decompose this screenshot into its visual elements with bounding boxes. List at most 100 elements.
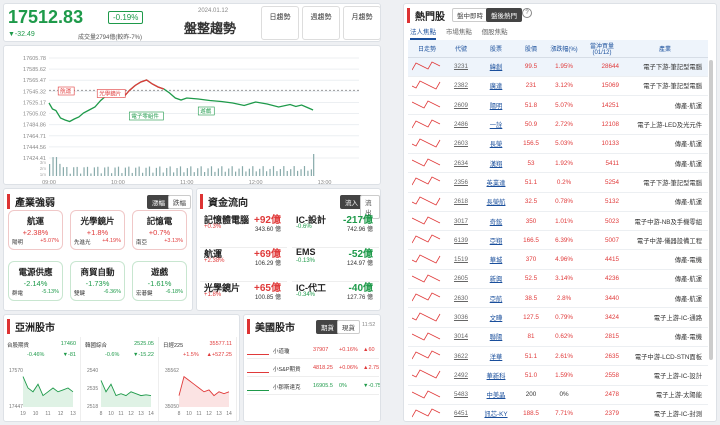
hot-code[interactable]: 6451 <box>446 404 476 420</box>
hot-header[interactable]: 股價 <box>516 40 546 58</box>
industry-tile[interactable]: 遊戲 -1.61% 宏碁鍵 -6.18% <box>132 261 187 301</box>
hot-code[interactable]: 2634 <box>446 153 476 174</box>
us-tab-spot[interactable]: 現貨 <box>337 320 360 334</box>
hot-code[interactable]: 3017 <box>446 211 476 232</box>
trend-month[interactable]: 月趨勢 <box>343 6 380 40</box>
us-row[interactable]: 小S&P期貨 4818.25 +0.06% ▲2.75 <box>247 361 379 377</box>
hot-scrollbar[interactable] <box>709 60 713 360</box>
capital-item[interactable]: IC-代工 -40億 -0.34% 127.76 億 <box>292 276 379 310</box>
hot-name[interactable]: 一詮 <box>476 114 516 135</box>
hot-code[interactable]: 3036 <box>446 307 476 328</box>
hot-code[interactable]: 2630 <box>446 288 476 309</box>
hot-name[interactable]: 緯創 <box>476 57 516 77</box>
table-row[interactable]: 3231 緯創 99.5 1.95% 28644 電子下游-筆記型電腦 <box>408 57 708 77</box>
table-row[interactable]: 6139 亞翔 166.5 6.39% 5007 電子中游-儀器設備工程 <box>408 230 708 251</box>
industry-tile[interactable]: 航運 +2.38% 陽明 +5.07% <box>8 210 63 250</box>
table-row[interactable]: 5483 中美晶 200 0% 2478 電子上游-太陽能 <box>408 385 708 405</box>
hot-header[interactable]: 股票 <box>476 40 516 58</box>
hot-code[interactable]: 2603 <box>446 134 476 154</box>
asia-market[interactable]: 韓國綜合 2525.05 -0.6% ▼-15.22 2540 2535 2518 8 10 11… <box>85 337 159 421</box>
hot-header[interactable]: 當沖買量(01/12) <box>582 40 622 58</box>
trend-week[interactable]: 週趨勢 <box>302 6 340 40</box>
table-row[interactable]: 2486 一詮 50.9 2.72% 12108 電子上游-LED及光元件 <box>408 114 708 135</box>
table-row[interactable]: 2603 長榮 156.5 5.03% 10133 傳產-航運 <box>408 134 708 154</box>
hot-code[interactable]: 2605 <box>446 269 476 290</box>
table-row[interactable]: 2356 英業達 51.1 0.2% 5254 電子下游-筆記型電腦 <box>408 172 708 193</box>
hot-code[interactable]: 3622 <box>446 346 476 367</box>
hot-code[interactable]: 3231 <box>446 57 476 77</box>
hot-name[interactable]: 英業達 <box>476 172 516 193</box>
hot-code[interactable]: 5483 <box>446 385 476 405</box>
hot-name[interactable]: 新興 <box>476 269 516 290</box>
hot-code[interactable]: 6139 <box>446 230 476 251</box>
table-row[interactable]: 3017 奇鋐 350 1.01% 5023 電子中游-NB及手機零組 <box>408 211 708 232</box>
trend-day[interactable]: 日趨勢 <box>261 6 299 40</box>
subtab-market[interactable]: 市場焦點 <box>446 29 472 36</box>
hot-code[interactable]: 2609 <box>446 95 476 116</box>
hot-name[interactable]: 中美晶 <box>476 385 516 405</box>
hot-header[interactable]: 日走勢 <box>408 40 446 58</box>
hot-name[interactable]: 聯陽 <box>476 327 516 347</box>
table-row[interactable]: 2618 長榮航 32.5 0.78% 5132 傳產-航運 <box>408 192 708 212</box>
hot-name[interactable]: 洋華 <box>476 346 516 367</box>
hot-code[interactable]: 3014 <box>446 327 476 347</box>
hot-name[interactable]: 華新科 <box>476 365 516 386</box>
chart-annotation[interactable]: 航運 <box>57 86 75 96</box>
table-row[interactable]: 2382 廣達 231 3.12% 15069 電子下游-筆記型電腦 <box>408 76 708 97</box>
hot-table-wrap[interactable]: 日走勢 代號 股票 股價 漲跌幅(%) 當沖買量(01/12) 產業 3231 緯創 99.5 1… <box>408 40 708 420</box>
hot-tab-afterhours[interactable]: 盤後熱門 <box>486 8 522 22</box>
table-row[interactable]: 2609 陽明 51.8 5.07% 14251 傳產-航運 <box>408 95 708 116</box>
hot-header[interactable]: 漲跌幅(%) <box>546 40 582 58</box>
industry-tile[interactable]: 光學鏡片 +1.8% 先進光 +4.19% <box>70 210 125 250</box>
industry-tab-down[interactable]: 跌幅 <box>168 195 191 209</box>
hot-name[interactable]: 陽明 <box>476 95 516 116</box>
hot-name[interactable]: 長榮航 <box>476 192 516 212</box>
us-tab-futures[interactable]: 期貨 <box>316 320 339 334</box>
hot-name[interactable]: 漢翔 <box>476 153 516 174</box>
industry-tile[interactable]: 電源供應 -2.14% 群電 -5.13% <box>8 261 63 301</box>
asia-market[interactable]: 台股期貨 17460 -0.46% ▼-81 17570 17447 19 10 11 12 13 <box>7 337 81 421</box>
table-row[interactable]: 2630 亞航 38.5 2.8% 3440 傳產-航運 <box>408 288 708 309</box>
us-row[interactable]: 小道瓊 37907 +0.16% ▲60 <box>247 343 379 359</box>
subtab-stock[interactable]: 個股焦點 <box>482 29 508 36</box>
chart-annotation[interactable]: 光學鏡片 <box>96 89 126 98</box>
table-row[interactable]: 2492 華新科 51.0 1.59% 2558 電子上游-IC-設計 <box>408 365 708 386</box>
hot-code[interactable]: 2492 <box>446 365 476 386</box>
table-row[interactable]: 3036 文曄 127.5 0.79% 3424 電子上游-IC-通路 <box>408 307 708 328</box>
hot-tab-intraday[interactable]: 盤中即時 <box>452 8 488 22</box>
table-row[interactable]: 2634 漢翔 53 1.92% 5411 傳產-航運 <box>408 153 708 174</box>
table-row[interactable]: 3622 洋華 51.1 2.61% 2635 電子中游-LCD-STN面板 <box>408 346 708 367</box>
hot-code[interactable]: 2486 <box>446 114 476 135</box>
hot-name[interactable]: 華城 <box>476 249 516 270</box>
capital-item[interactable]: 光學鏡片 +65億 +1.8% 100.85 億 <box>200 276 287 310</box>
table-row[interactable]: 3014 聯陽 81 0.62% 2815 傳產-電機 <box>408 327 708 347</box>
hot-name[interactable]: 亞翔 <box>476 230 516 251</box>
hot-name[interactable]: 文曄 <box>476 307 516 328</box>
hot-header[interactable]: 產業 <box>622 40 708 58</box>
chart-annotation[interactable]: 遊戲 <box>197 106 215 116</box>
asia-name: 日經225 <box>163 343 184 349</box>
industry-tile[interactable]: 記憶電 +0.7% 南亞 +3.13% <box>132 210 187 250</box>
us-row[interactable]: 小那斯達克 16905.5 0% ▼-0.75 <box>247 379 380 395</box>
hot-name[interactable]: 奇鋐 <box>476 211 516 232</box>
hot-code[interactable]: 2382 <box>446 76 476 97</box>
table-row[interactable]: 6451 訊芯-KY 188.5 7.71% 2379 電子上游-IC-封測 <box>408 404 708 420</box>
hot-name[interactable]: 訊芯-KY <box>476 404 516 420</box>
asia-tick: 35050 <box>165 404 179 410</box>
hot-name[interactable]: 廣達 <box>476 76 516 97</box>
hot-price: 231 <box>516 76 546 97</box>
hot-name[interactable]: 亞航 <box>476 288 516 309</box>
chart-annotation[interactable]: 電子零組件 <box>129 111 164 121</box>
hot-code[interactable]: 1519 <box>446 249 476 270</box>
asia-market[interactable]: 日經225 35577.11 +1.5% ▲+527.25 35562 35050 8 10 1… <box>163 337 237 421</box>
hot-name[interactable]: 長榮 <box>476 134 516 154</box>
industry-tile[interactable]: 商貿自動 -1.73% 雙鍵 -6.36% <box>70 261 125 301</box>
table-row[interactable]: 2605 新興 52.5 3.14% 4236 傳產-航運 <box>408 269 708 290</box>
hot-code[interactable]: 2356 <box>446 172 476 193</box>
hot-code[interactable]: 2618 <box>446 192 476 212</box>
table-row[interactable]: 1519 華城 370 4.96% 4415 傳產-電機 <box>408 249 708 270</box>
industry-tab-up[interactable]: 漲幅 <box>147 195 170 209</box>
help-icon[interactable]: ? <box>522 8 532 18</box>
hot-header[interactable]: 代號 <box>446 40 476 58</box>
subtab-institutional[interactable]: 法人焦點 <box>410 29 436 40</box>
